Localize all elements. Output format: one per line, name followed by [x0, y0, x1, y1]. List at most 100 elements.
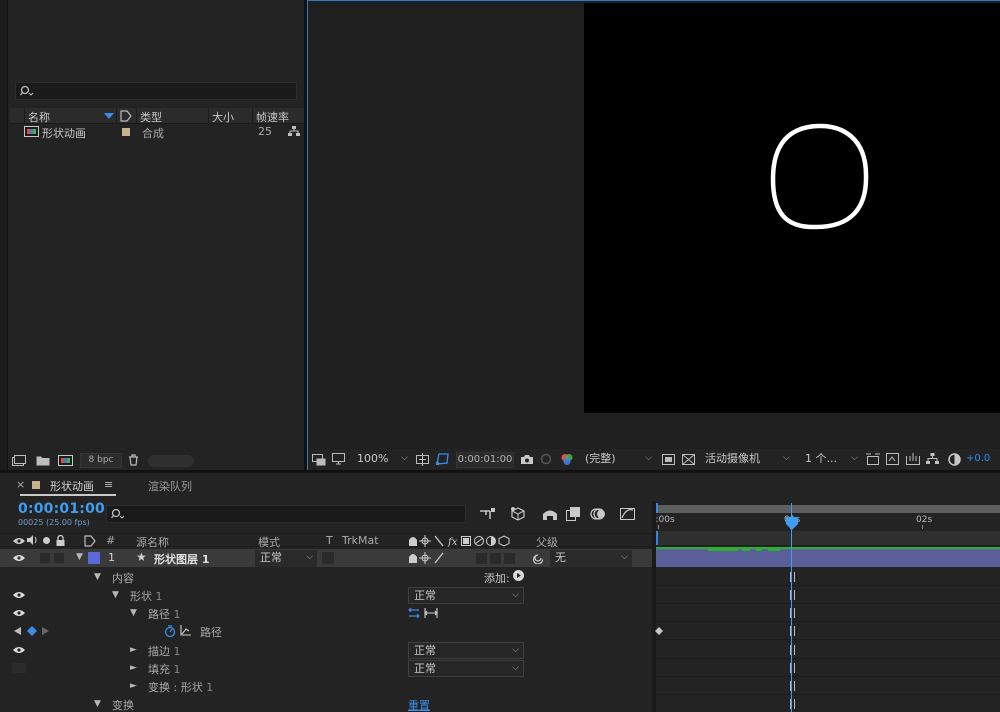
keyframe-marker-icon[interactable] — [655, 627, 663, 635]
viewer-timecode[interactable]: 0:00:01:00 — [456, 452, 514, 468]
timeline-search-input[interactable] — [106, 505, 466, 523]
new-folder-icon[interactable] — [36, 455, 50, 466]
toggle-view-options-icon[interactable] — [866, 453, 880, 466]
shape-mode-dropdown[interactable]: 正常 ⌵ — [408, 587, 524, 604]
pickwhip-icon[interactable] — [532, 552, 544, 564]
draft-3d-icon[interactable] — [510, 506, 526, 522]
path-property-row[interactable]: 路径 — [0, 622, 652, 640]
sort-arrow-icon[interactable] — [104, 113, 114, 119]
flowchart-icon[interactable] — [288, 126, 300, 137]
stopwatch-icon[interactable] — [164, 625, 176, 637]
fill-mode-dropdown[interactable]: 正常 ⌵ — [408, 660, 524, 677]
camera-icon[interactable] — [520, 454, 534, 465]
col-parent[interactable]: 父级 — [536, 534, 558, 550]
layer-expand-icon[interactable]: ▼ — [76, 552, 83, 562]
close-tab-icon[interactable]: × — [16, 478, 25, 491]
eye-toggle-icon[interactable] — [13, 591, 25, 599]
add-label[interactable]: 添加: — [484, 570, 510, 586]
shy-layers-icon[interactable] — [542, 508, 558, 521]
motion-blur-icon[interactable] — [590, 507, 606, 521]
layer-duration-bar[interactable] — [656, 549, 1000, 567]
prev-keyframe-icon[interactable] — [14, 627, 21, 635]
project-search-input[interactable] — [15, 82, 297, 100]
playhead[interactable] — [786, 503, 798, 712]
resolution-dropdown[interactable]: (完整) ⌵ — [580, 451, 656, 468]
mask-visibility-icon[interactable] — [436, 453, 450, 466]
tab-menu-icon[interactable]: ≡ — [104, 478, 113, 491]
project-scrollbar[interactable] — [148, 455, 194, 467]
color-channels-icon[interactable] — [560, 453, 574, 466]
tab-render-queue[interactable]: 渲染队列 — [148, 478, 192, 494]
views-dropdown[interactable]: 1 个... ⌵ — [800, 451, 862, 468]
next-keyframe-icon[interactable] — [42, 627, 49, 635]
exposure-icon[interactable] — [948, 453, 961, 466]
playhead-handle[interactable] — [786, 517, 798, 531]
col-name[interactable]: 名称 — [28, 109, 50, 125]
trash-icon[interactable] — [128, 454, 139, 466]
stroke-mode-dropdown[interactable]: 正常 ⌵ — [408, 642, 524, 659]
reset-exposure-icon[interactable] — [886, 453, 900, 466]
fill-row[interactable]: ► 填充 1 正常 ⌵ — [0, 659, 652, 677]
composition-canvas[interactable] — [584, 3, 1000, 413]
col-type[interactable]: 类型 — [140, 109, 162, 125]
new-composition-icon[interactable] — [58, 455, 73, 466]
project-item-row[interactable]: 形状动画 合成 25 — [10, 124, 304, 140]
layer-label-color[interactable] — [88, 552, 100, 564]
layer-mode-dropdown[interactable]: 正常 ⌵ — [255, 550, 317, 567]
eye-toggle-icon[interactable] — [13, 554, 25, 562]
transform-row[interactable]: ▼ 变换 重置 — [0, 695, 652, 712]
layer-row[interactable]: ▼ 1 ★ 形状图层 1 正常 ⌵ 无 ⌵ — [0, 549, 652, 567]
col-trkmat[interactable]: TrkMat — [342, 534, 379, 547]
show-snapshot-icon[interactable] — [540, 453, 552, 465]
path-group-row[interactable]: ▼ 路径 1 — [0, 604, 652, 622]
circle-shape[interactable] — [770, 123, 870, 233]
time-ruler[interactable]: ):00s 01s 02s — [652, 501, 1000, 545]
layer-name[interactable]: 形状图层 1 — [154, 551, 209, 567]
transform-expand-icon[interactable]: ▼ — [94, 699, 101, 709]
transform-shape-expand-icon[interactable]: ► — [130, 681, 137, 691]
current-time[interactable]: 0:00:01:00 — [18, 501, 105, 517]
camera-dropdown[interactable]: 活动摄像机 ⌵ — [700, 451, 794, 468]
monitor-icon[interactable] — [332, 453, 345, 465]
col-source-name[interactable]: 源名称 — [136, 534, 169, 550]
graph-icon[interactable] — [180, 625, 192, 636]
contents-expand-icon[interactable]: ▼ — [94, 572, 101, 582]
contents-row[interactable]: ▼ 内容 添加: — [0, 568, 652, 586]
flowchart-icon[interactable] — [926, 453, 939, 465]
fill-expand-icon[interactable]: ► — [130, 663, 137, 673]
interpret-footage-icon[interactable] — [12, 455, 26, 466]
stroke-expand-icon[interactable]: ► — [130, 645, 137, 655]
layer-switches-icons[interactable] — [408, 552, 518, 564]
frame-blending-icon[interactable] — [566, 507, 580, 521]
lock-toggle[interactable] — [54, 553, 64, 563]
exposure-value[interactable]: +0.0 — [966, 453, 990, 464]
label-color-swatch[interactable] — [122, 128, 130, 136]
stroke-row[interactable]: ► 描边 1 正常 ⌵ — [0, 641, 652, 659]
shape-expand-icon[interactable]: ▼ — [112, 590, 119, 600]
path-direction-icons[interactable] — [408, 607, 440, 619]
snapshot-region-icon[interactable] — [312, 454, 326, 466]
solo-toggle[interactable] — [40, 553, 50, 563]
eye-toggle-icon[interactable] — [13, 646, 25, 654]
trkmat-slot[interactable] — [322, 552, 334, 564]
zoom-dropdown[interactable]: 100% ⌵ — [352, 451, 412, 468]
shape-group-row[interactable]: ▼ 形状 1 正常 ⌵ — [0, 586, 652, 604]
region-of-interest-icon[interactable] — [662, 454, 675, 465]
tab-composition[interactable]: 形状动画 — [50, 478, 94, 494]
transform-shape-row[interactable]: ► 变换 : 形状 1 — [0, 677, 652, 695]
reset-link[interactable]: 重置 — [408, 697, 430, 712]
parent-dropdown[interactable]: 无 ⌵ — [550, 550, 632, 567]
add-menu-icon[interactable] — [513, 570, 524, 581]
timeline-link-icon[interactable] — [906, 453, 920, 466]
keyframe-diamond-icon[interactable] — [27, 626, 37, 636]
safe-margins-icon[interactable] — [416, 453, 429, 466]
eye-toggle-icon[interactable] — [13, 609, 25, 617]
graph-editor-icon[interactable] — [620, 506, 636, 521]
transparency-grid-icon[interactable] — [682, 454, 695, 465]
col-fps[interactable]: 帧速率 — [256, 109, 289, 125]
path-group-expand-icon[interactable]: ▼ — [130, 608, 137, 618]
work-area-bar[interactable] — [656, 505, 1000, 513]
bpc-button[interactable]: 8 bpc — [80, 453, 122, 468]
composition-mini-flowchart-icon[interactable] — [480, 508, 496, 521]
col-size[interactable]: 大小 — [212, 109, 234, 125]
